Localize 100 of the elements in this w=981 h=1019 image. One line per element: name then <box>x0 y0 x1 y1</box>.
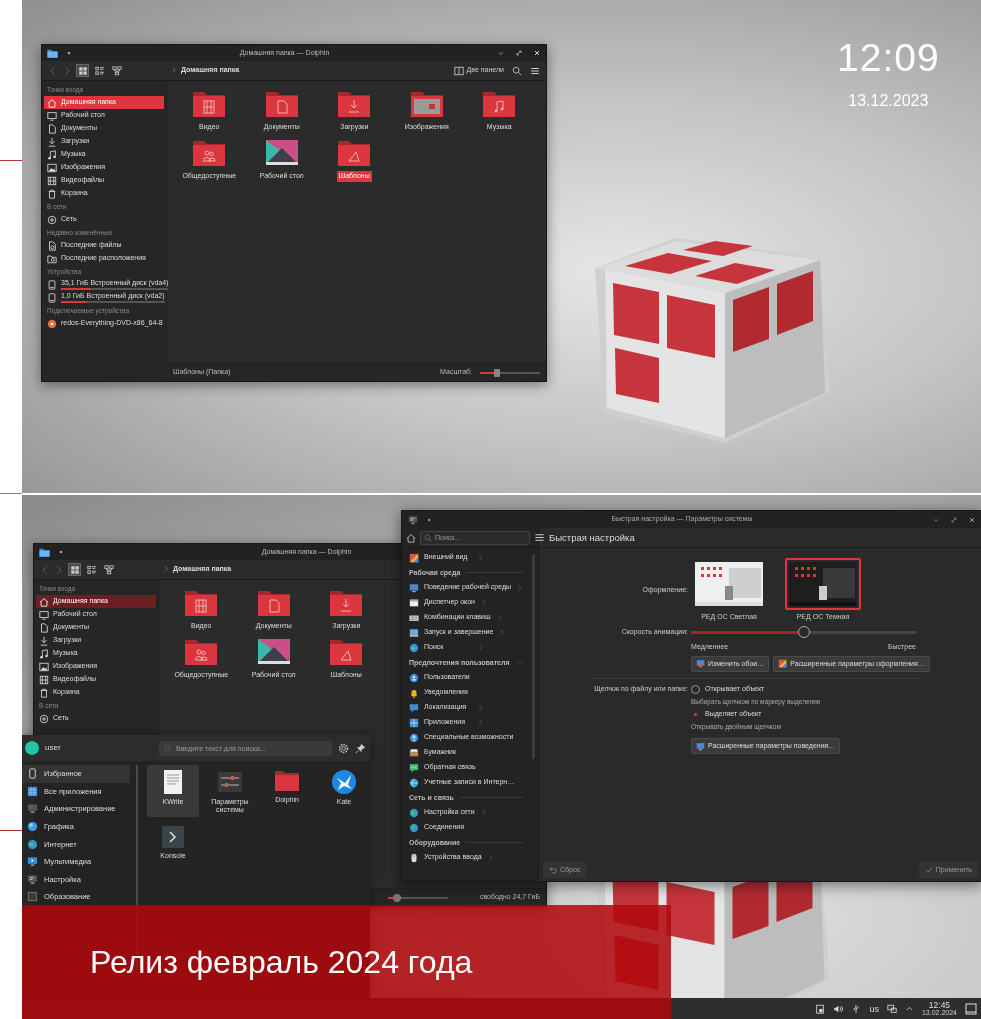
folder-icon <box>328 588 365 618</box>
chevron-left-icon <box>40 564 50 575</box>
chevron-right-icon <box>477 719 484 726</box>
avatar <box>25 741 39 755</box>
view-mode-button[interactable] <box>85 563 98 576</box>
pin-button[interactable] <box>355 742 366 754</box>
check-icon <box>924 866 933 874</box>
clock-time: 12:09 <box>837 36 940 80</box>
menu-button[interactable] <box>534 532 545 543</box>
monitor-icon <box>47 110 57 121</box>
close-button[interactable] <box>533 49 541 57</box>
tablet-icon <box>27 768 38 780</box>
close-icon <box>533 49 541 57</box>
tree-icon <box>103 564 114 575</box>
globe-icon <box>409 807 419 818</box>
tree-icon <box>111 65 122 76</box>
chevron-right-icon <box>477 554 484 561</box>
monitor-icon <box>27 803 38 815</box>
network-icon <box>47 214 57 225</box>
grid-icon <box>27 785 38 797</box>
film-icon <box>47 175 57 186</box>
image-icon <box>39 661 49 672</box>
grid-icon <box>409 717 419 728</box>
search-icon <box>164 744 172 752</box>
bell-icon <box>409 687 419 698</box>
disc-icon <box>47 318 57 329</box>
monitor-icon <box>27 873 38 885</box>
home-icon <box>406 532 416 543</box>
film-icon <box>39 674 49 685</box>
menu-button[interactable] <box>530 65 540 76</box>
chevron-right-icon <box>477 704 484 711</box>
minimize-icon <box>497 49 505 57</box>
home-icon <box>47 97 57 108</box>
document-icon <box>47 123 57 134</box>
minimize-button[interactable] <box>497 49 505 57</box>
photo-folder-icon <box>408 89 445 119</box>
monitor-icon <box>408 514 418 525</box>
square-icon <box>965 1002 977 1015</box>
bird-icon <box>331 769 357 795</box>
chevron-right-icon <box>479 809 487 816</box>
slider-handle[interactable] <box>493 368 500 377</box>
split-panel-icon <box>453 65 464 76</box>
list-icon <box>86 564 97 575</box>
monitor-icon <box>696 659 705 669</box>
folder-icon <box>274 769 300 793</box>
maximize-button[interactable] <box>515 49 523 57</box>
slider-handle[interactable] <box>797 626 810 639</box>
folder-icon <box>328 637 365 668</box>
mouse-icon <box>409 852 419 863</box>
maximize-button[interactable] <box>950 515 958 524</box>
clipboard-icon <box>815 1003 826 1014</box>
document-icon <box>39 622 49 633</box>
keyboard-layout-indicator[interactable]: us <box>869 1003 879 1014</box>
trash-icon <box>39 687 49 698</box>
home-button[interactable] <box>406 532 416 543</box>
theme-preview <box>695 562 763 606</box>
view-mode-button[interactable] <box>102 563 115 576</box>
menu-icon <box>534 532 545 543</box>
network-icon <box>39 713 49 724</box>
view-mode-button[interactable] <box>68 563 81 576</box>
drive-icon <box>47 279 57 290</box>
settings-button[interactable] <box>338 742 349 754</box>
slider-handle[interactable] <box>392 893 401 902</box>
view-mode-button[interactable] <box>93 64 106 77</box>
wallet-icon <box>409 747 419 758</box>
maximize-icon <box>950 515 958 524</box>
caret-up-icon <box>904 1004 914 1013</box>
search-icon <box>424 533 432 542</box>
chevron-right-icon <box>62 65 72 76</box>
search-icon <box>512 65 522 76</box>
monitor-icon <box>27 856 38 868</box>
color-swatch-icon <box>409 552 419 563</box>
folder-icon <box>191 138 228 169</box>
view-mode-button[interactable] <box>76 64 89 77</box>
folder-icon <box>255 588 292 618</box>
folder-icon <box>336 89 373 119</box>
dot-icon <box>58 549 64 555</box>
download-icon <box>39 635 49 646</box>
show-desktop-button[interactable] <box>965 1002 977 1015</box>
view-mode-button[interactable] <box>110 64 123 77</box>
folder-icon <box>183 588 220 618</box>
speaker-icon <box>833 1003 844 1014</box>
dot-icon <box>426 516 432 523</box>
chevron-right-icon <box>54 564 64 575</box>
search-button[interactable] <box>512 65 522 76</box>
monitor-icon <box>39 609 49 620</box>
document-clock-icon <box>47 240 57 251</box>
folder-icon <box>47 47 58 59</box>
chevron-right-icon <box>163 566 169 573</box>
home-icon <box>39 596 49 607</box>
folder-icon <box>481 89 518 119</box>
chevron-right-icon <box>477 644 484 651</box>
monitor-icon <box>409 582 419 593</box>
person-circle-icon <box>409 732 419 743</box>
chevron-right-icon <box>480 599 487 606</box>
theme-preview <box>789 562 857 606</box>
page-title: Быстрая настройка <box>539 528 981 548</box>
pin-icon <box>355 742 366 754</box>
close-button[interactable] <box>968 515 976 524</box>
globe-icon <box>27 838 38 850</box>
